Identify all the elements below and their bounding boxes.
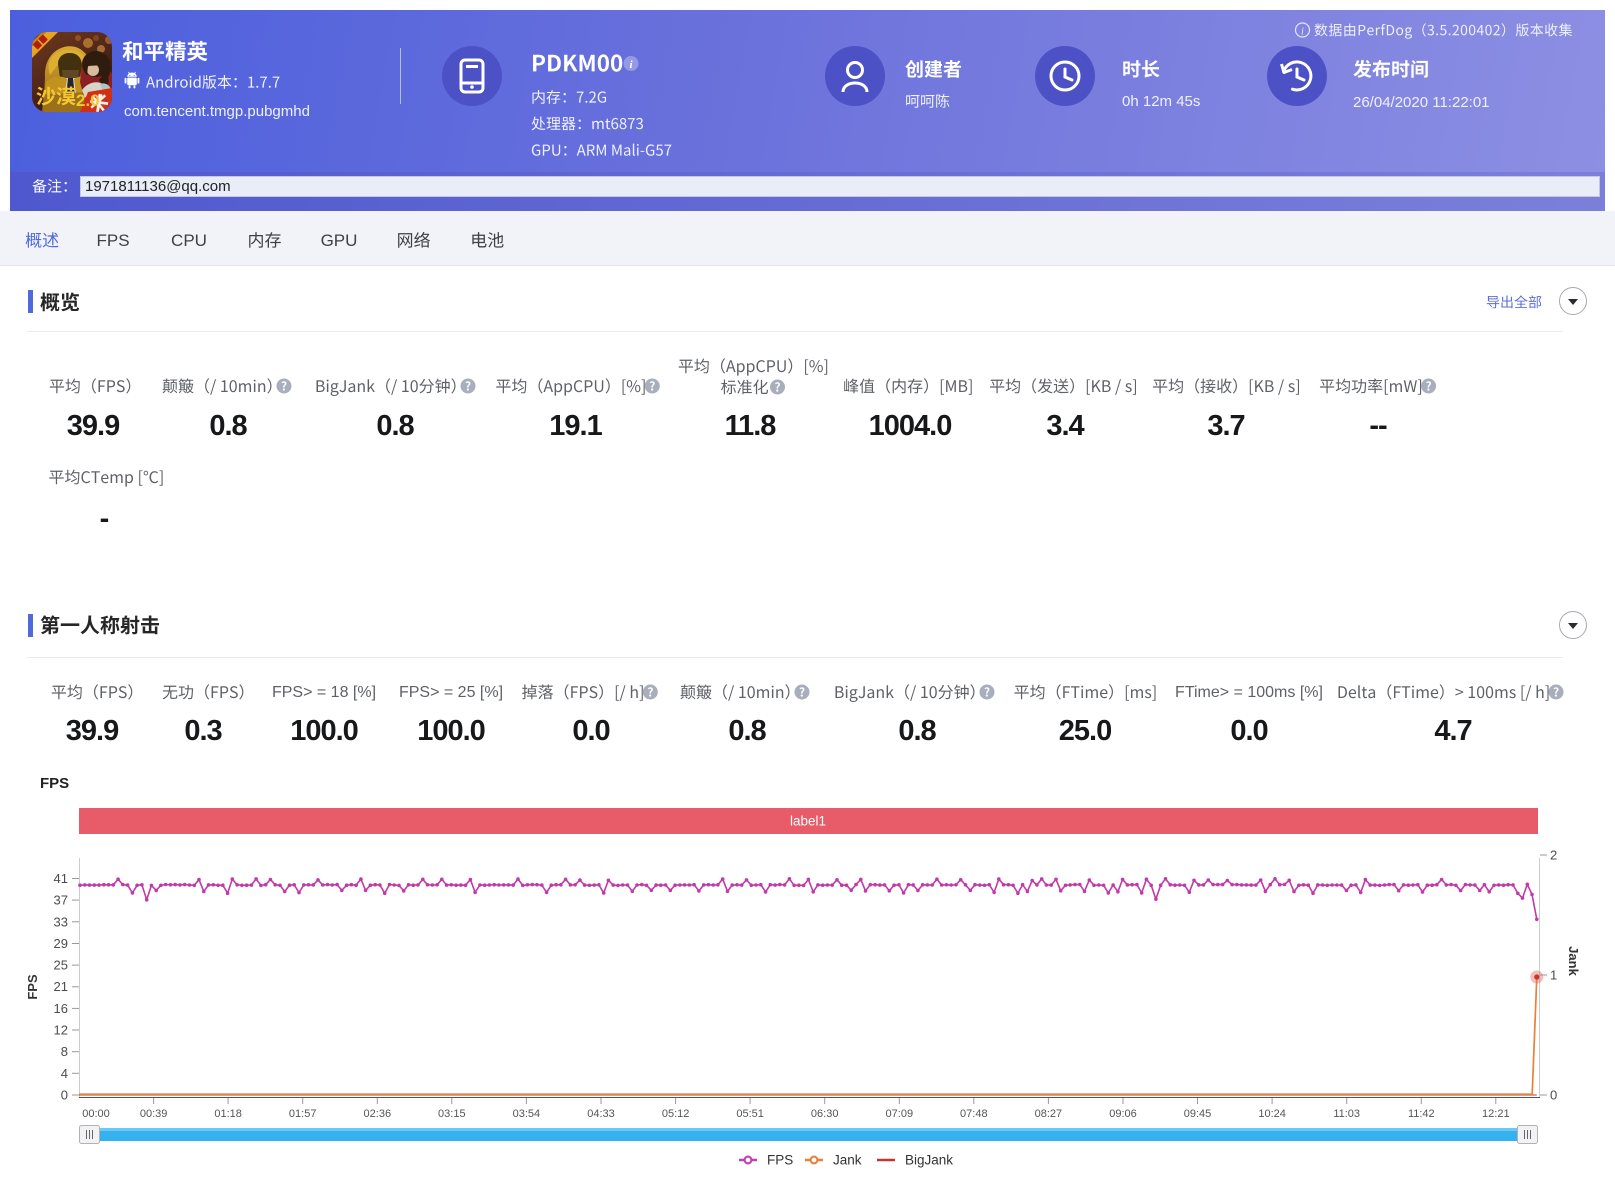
svg-text:29: 29 [54,936,68,951]
svg-text:4: 4 [61,1066,68,1081]
svg-text:07:09: 07:09 [886,1108,914,1120]
svg-text:41: 41 [54,871,68,886]
svg-text:04:33: 04:33 [587,1108,615,1120]
svg-text:33: 33 [54,914,68,929]
svg-text:12:21: 12:21 [1482,1108,1510,1120]
svg-text:label1: label1 [790,814,826,829]
svg-text:Jank: Jank [1566,946,1581,976]
svg-text:11:03: 11:03 [1333,1108,1360,1120]
svg-text:10:24: 10:24 [1258,1108,1286,1120]
svg-text:37: 37 [54,893,68,908]
svg-text:00:39: 00:39 [140,1108,168,1120]
svg-text:07:48: 07:48 [960,1108,988,1120]
svg-text:05:51: 05:51 [736,1108,764,1120]
svg-text:Jank: Jank [833,1153,862,1168]
svg-text:2: 2 [1550,848,1557,863]
svg-text:16: 16 [54,1001,68,1016]
svg-text:FPS: FPS [25,974,40,1000]
svg-text:08:27: 08:27 [1035,1108,1063,1120]
svg-text:12: 12 [54,1023,68,1038]
svg-text:11:42: 11:42 [1408,1108,1435,1120]
svg-text:0: 0 [61,1088,68,1103]
svg-text:01:18: 01:18 [214,1108,242,1120]
svg-text:06:30: 06:30 [811,1108,839,1120]
svg-text:09:06: 09:06 [1109,1108,1137,1120]
svg-text:05:12: 05:12 [662,1108,690,1120]
svg-text:21: 21 [54,979,68,994]
svg-text:BigJank: BigJank [905,1153,953,1168]
svg-text:03:15: 03:15 [438,1108,466,1120]
svg-text:FPS: FPS [767,1153,793,1168]
svg-text:09:45: 09:45 [1184,1108,1212,1120]
svg-text:02:36: 02:36 [364,1108,392,1120]
svg-text:FPS: FPS [40,775,69,792]
svg-text:03:54: 03:54 [513,1108,541,1120]
svg-text:0: 0 [1550,1088,1557,1103]
svg-text:00:00: 00:00 [82,1108,110,1120]
svg-text:8: 8 [61,1044,68,1059]
svg-text:01:57: 01:57 [289,1108,317,1120]
svg-text:25: 25 [54,958,68,973]
svg-text:1: 1 [1550,968,1557,983]
